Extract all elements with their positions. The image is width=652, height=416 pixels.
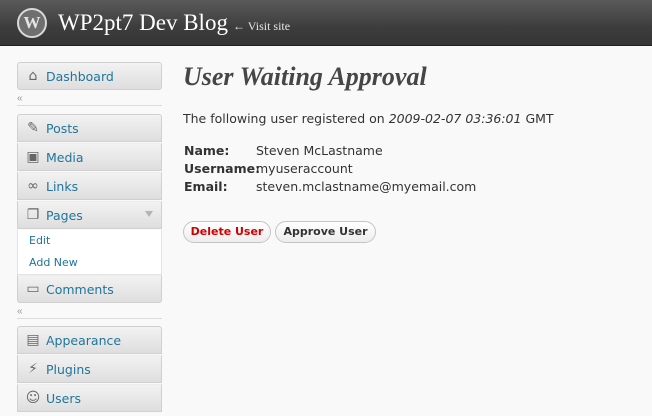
menu-item-appearance[interactable]: ▤ Appearance <box>17 326 162 354</box>
menu-label-links: Links <box>46 178 79 194</box>
detail-label-name: Name: <box>184 143 230 158</box>
wordpress-logo-icon[interactable]: W <box>17 8 47 38</box>
chevron-down-icon[interactable] <box>145 211 153 217</box>
menu-item-pages[interactable]: ❐ Pages <box>17 201 162 229</box>
speech-bubble-icon: ▭ <box>26 281 40 297</box>
menu-item-plugins[interactable]: ⚡ Plugins <box>17 355 162 383</box>
users-icon: ☺ <box>25 390 41 406</box>
menu-label-comments: Comments <box>46 281 114 297</box>
visit-site-link[interactable]: ← Visit site <box>233 18 290 34</box>
delete-user-button[interactable]: Delete User <box>183 221 271 243</box>
detail-value-email: steven.mclastname@myemail.com <box>256 179 477 194</box>
detail-row-name: Name: Steven McLastname <box>184 143 383 158</box>
detail-row-email: Email: steven.mclastname@myemail.com <box>184 179 476 194</box>
pages-submenu: Edit Add New <box>17 230 162 275</box>
chain-link-icon: ∞ <box>27 178 39 194</box>
site-title[interactable]: WP2pt7 Dev Blog <box>58 8 228 38</box>
menu-item-users[interactable]: ☺ Users <box>17 384 162 412</box>
page-title: User Waiting Approval <box>183 62 427 91</box>
submenu-item-add-new[interactable]: Add New <box>18 252 161 274</box>
camera-icon: ▣ <box>26 149 40 165</box>
admin-header: W WP2pt7 Dev Blog ← Visit site <box>0 0 652 46</box>
home-icon: ⌂ <box>28 68 38 84</box>
pages-icon: ❐ <box>26 207 40 223</box>
menu-label-dashboard: Dashboard <box>46 68 114 84</box>
pushpin-icon: ✎ <box>27 120 39 136</box>
menu-item-dashboard[interactable]: ⌂ Dashboard <box>17 62 162 90</box>
menu-item-comments[interactable]: ▭ Comments <box>17 275 162 303</box>
appearance-icon: ▤ <box>26 332 40 348</box>
collapse-menu-toggle[interactable]: « <box>17 93 162 106</box>
collapse-arrow-icon: « <box>17 306 23 317</box>
collapse-menu-toggle-2[interactable]: « <box>17 306 162 319</box>
collapse-arrow-icon: « <box>17 93 23 104</box>
menu-item-media[interactable]: ▣ Media <box>17 143 162 171</box>
intro-suffix: GMT <box>521 111 554 126</box>
menu-label-users: Users <box>46 390 82 406</box>
intro-prefix: The following user registered on <box>183 111 389 126</box>
menu-label-appearance: Appearance <box>46 332 122 348</box>
submenu-item-edit[interactable]: Edit <box>18 230 161 252</box>
menu-label-media: Media <box>46 149 84 165</box>
menu-label-posts: Posts <box>46 120 79 136</box>
menu-item-posts[interactable]: ✎ Posts <box>17 114 162 142</box>
menu-label-pages: Pages <box>46 207 83 223</box>
detail-label-email: Email: <box>184 179 228 194</box>
approve-user-button[interactable]: Approve User <box>275 221 376 243</box>
menu-item-links[interactable]: ∞ Links <box>17 172 162 200</box>
detail-label-username: Username: <box>184 161 261 176</box>
registration-date: 2009-02-07 03:36:01 <box>388 111 522 126</box>
menu-label-plugins: Plugins <box>46 361 91 377</box>
detail-value-username: myuseraccount <box>256 161 353 176</box>
registration-intro: The following user registered on 2009-02… <box>183 111 554 126</box>
detail-value-name: Steven McLastname <box>256 143 383 158</box>
detail-row-username: Username:myuseraccount <box>184 161 353 176</box>
plug-icon: ⚡ <box>28 361 38 377</box>
